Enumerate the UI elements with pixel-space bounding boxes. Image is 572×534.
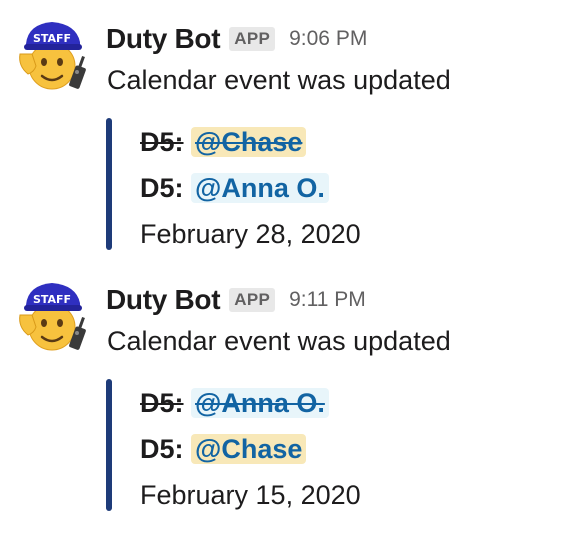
message-text: Calendar event was updated [107, 65, 451, 95]
event-date: February 28, 2020 [140, 219, 361, 249]
timestamp[interactable]: 9:06 PM [289, 27, 367, 51]
sender-name[interactable]: Duty Bot [106, 23, 221, 55]
new-label: D5: [140, 434, 184, 464]
cap-text: STAFF [33, 32, 71, 45]
new-mention[interactable]: @Chase [191, 434, 307, 464]
old-mention[interactable]: @Anna O. [191, 388, 329, 418]
sender-name[interactable]: Duty Bot [106, 284, 221, 316]
message-2: STAFF Duty Bot APP 9:11 PM Calendar even… [0, 261, 572, 534]
message-header: Duty Bot APP 9:06 PM [106, 22, 367, 56]
event-date: February 15, 2020 [140, 480, 361, 510]
new-assignee-line: D5: @Chase [140, 429, 307, 469]
attachment-accent-bar [106, 118, 112, 250]
old-label: D5: [140, 127, 184, 157]
old-assignee-line: D5: @Anna O. [140, 383, 329, 423]
new-label: D5: [140, 173, 184, 203]
old-label: D5: [140, 388, 184, 418]
message-1: STAFF Duty Bot APP 9:06 PM Calendar even… [0, 0, 572, 260]
timestamp[interactable]: 9:11 PM [289, 288, 366, 312]
message-text: Calendar event was updated [107, 326, 451, 356]
new-mention[interactable]: @Anna O. [191, 173, 329, 203]
app-badge: APP [229, 288, 276, 312]
old-assignee-line: D5: @Chase [140, 122, 307, 162]
message-header: Duty Bot APP 9:11 PM [106, 283, 366, 317]
bot-avatar[interactable]: STAFF [14, 14, 94, 94]
bot-avatar[interactable]: STAFF [14, 275, 94, 355]
saluting-staff-emoji-icon: STAFF [19, 283, 86, 351]
saluting-staff-emoji-icon: STAFF [19, 22, 86, 90]
old-mention[interactable]: @Chase [191, 127, 307, 157]
cap-text: STAFF [33, 293, 71, 306]
attachment-accent-bar [106, 379, 112, 511]
app-badge: APP [229, 27, 276, 51]
new-assignee-line: D5: @Anna O. [140, 168, 329, 208]
